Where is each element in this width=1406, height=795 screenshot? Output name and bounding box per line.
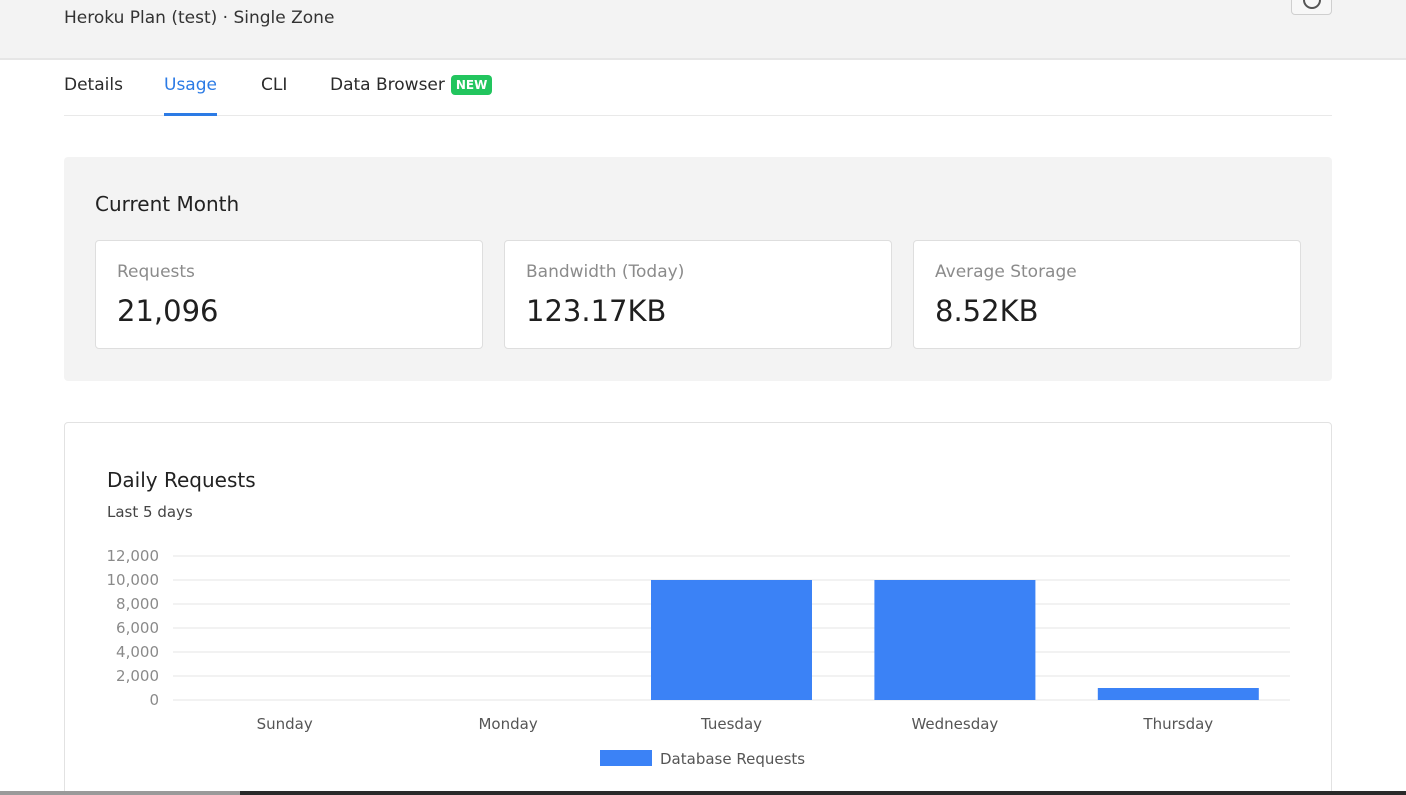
- legend-label: Database Requests: [660, 750, 805, 768]
- y-tick-label: 4,000: [116, 643, 159, 661]
- tab-cli-label: CLI: [261, 75, 288, 95]
- y-tick-label: 6,000: [116, 619, 159, 637]
- current-month-title: Current Month: [95, 192, 240, 216]
- x-tick-label: Tuesday: [700, 715, 762, 733]
- daily-requests-chart: 0 2,000 4,000 6,000 8,000 10,000 12,000 Sunday M…: [107, 547, 1290, 768]
- help-button[interactable]: [1291, 0, 1332, 15]
- legend-swatch: [600, 750, 652, 766]
- stat-card-storage: Average Storage 8.52KB: [913, 240, 1301, 349]
- new-badge: NEW: [450, 75, 493, 95]
- x-tick-label: Wednesday: [911, 715, 998, 733]
- current-month-panel: Current Month Requests 21,096 Bandwidth …: [64, 157, 1332, 381]
- x-tick-label: Thursday: [1142, 715, 1213, 733]
- bottom-strip: [0, 791, 1406, 795]
- tab-usage[interactable]: Usage: [164, 74, 217, 116]
- stat-value: 8.52KB: [935, 294, 1039, 328]
- y-tick-label: 0: [149, 691, 159, 709]
- stat-card-requests: Requests 21,096: [95, 240, 483, 349]
- y-tick-label: 2,000: [116, 667, 159, 685]
- stat-value: 123.17KB: [526, 294, 667, 328]
- tab-data-browser[interactable]: Data Browser NEW: [330, 74, 493, 116]
- tab-details[interactable]: Details: [64, 74, 123, 116]
- tab-cli[interactable]: CLI: [261, 74, 287, 116]
- x-tick-label: Sunday: [257, 715, 313, 733]
- tab-usage-label: Usage: [164, 75, 217, 95]
- tab-details-label: Details: [64, 75, 123, 95]
- stat-label: Average Storage: [935, 262, 1077, 282]
- top-bar: Heroku Plan (test) · Single Zone: [0, 0, 1406, 60]
- x-tick-label: Monday: [478, 715, 537, 733]
- tab-bar: Details Usage CLI Data Browser NEW: [64, 60, 1332, 116]
- stat-label: Requests: [117, 262, 195, 282]
- plan-label: Heroku Plan (test) · Single Zone: [64, 8, 335, 28]
- bottom-strip-light: [0, 791, 240, 795]
- daily-requests-card: Daily Requests Last 5 days 0 2,000 4,000 6,…: [64, 422, 1332, 795]
- stat-card-bandwidth: Bandwidth (Today) 123.17KB: [504, 240, 892, 349]
- bar: [874, 580, 1036, 700]
- stat-label: Bandwidth (Today): [526, 262, 685, 282]
- bar: [651, 580, 812, 700]
- bar: [1097, 688, 1259, 700]
- tab-data-browser-label: Data Browser: [330, 75, 445, 95]
- y-tick-label: 12,000: [107, 547, 160, 565]
- y-tick-label: 8,000: [116, 595, 159, 613]
- help-circle-icon: [1303, 0, 1321, 9]
- y-tick-label: 10,000: [107, 571, 160, 589]
- stat-value: 21,096: [117, 294, 219, 328]
